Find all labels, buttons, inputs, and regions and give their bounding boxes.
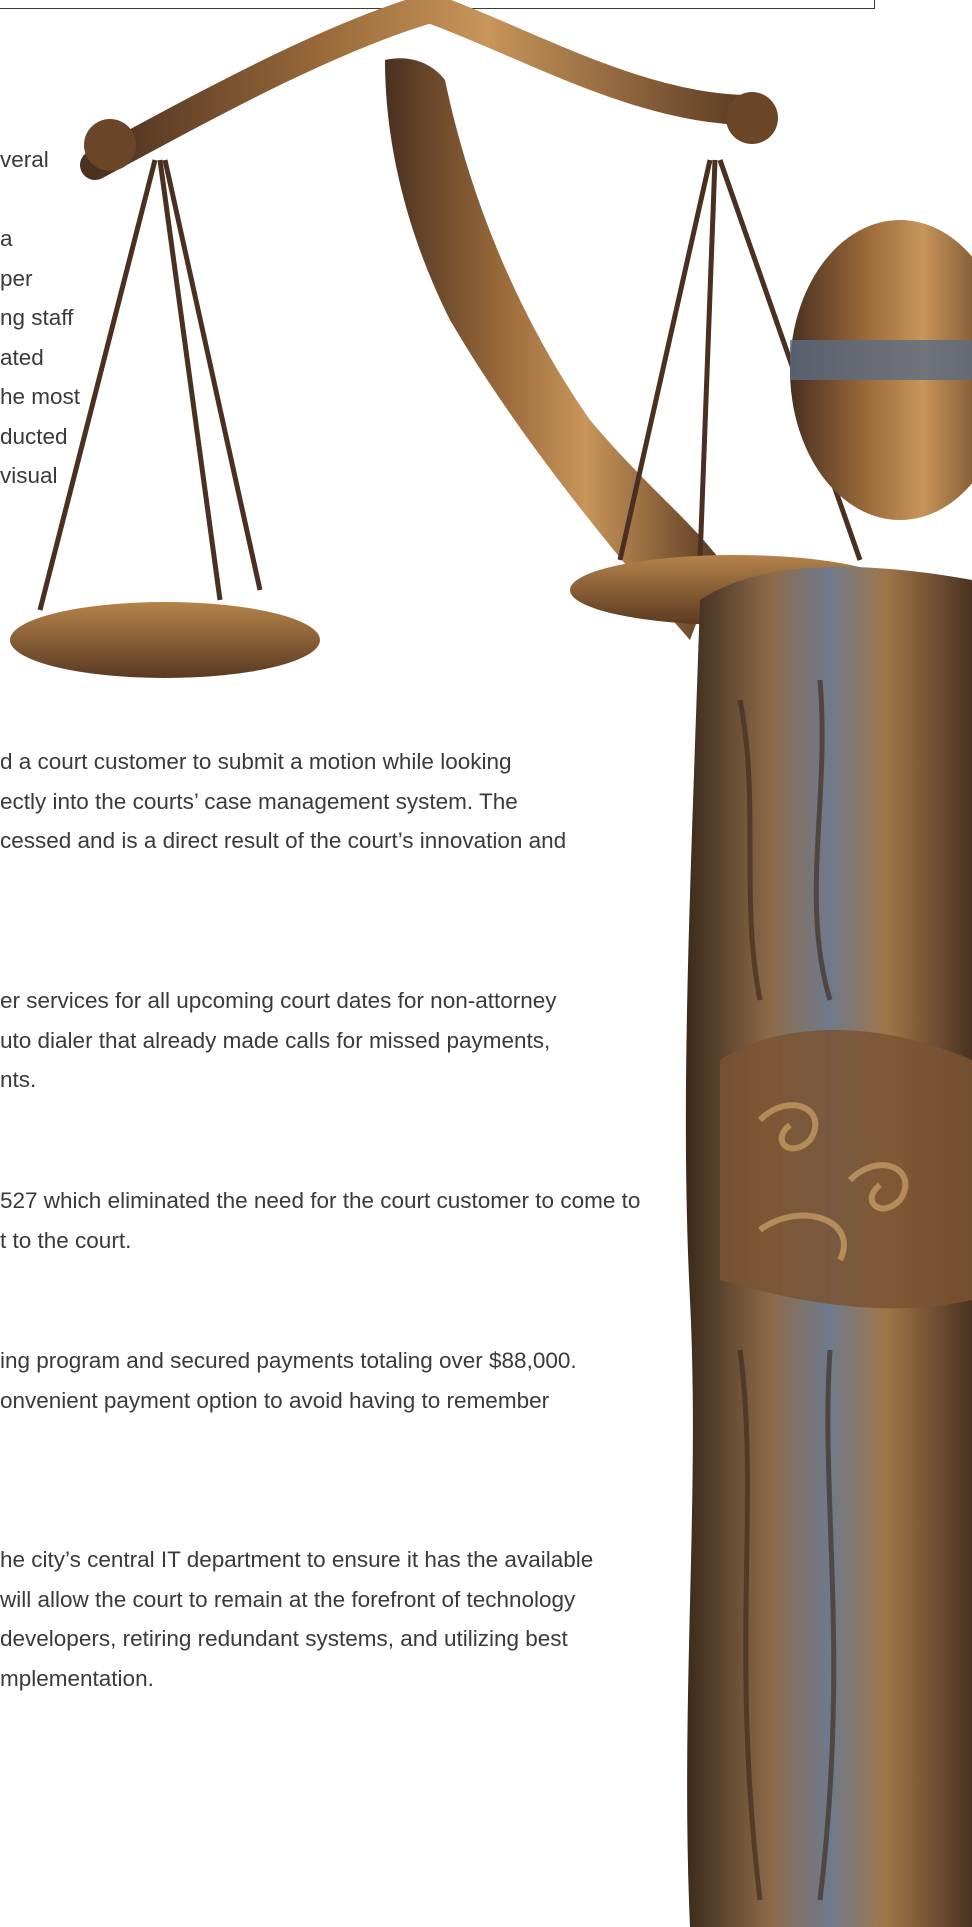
blindfold xyxy=(790,340,972,380)
text-line: 527 which eliminated the need for the co… xyxy=(0,1188,641,1213)
paragraph-6: he city’s central IT department to ensur… xyxy=(0,1540,593,1698)
text-line: he city’s central IT department to ensur… xyxy=(0,1547,594,1572)
text-line: t to the court. xyxy=(0,1227,132,1253)
right-scale-pan xyxy=(617,159,863,561)
text-line: er services for all upcoming court dates… xyxy=(0,988,557,1013)
paragraph-3: er services for all upcoming court dates… xyxy=(0,981,557,1100)
text-line: d a court customer to submit a motion wh… xyxy=(0,749,512,774)
text-line: nts. xyxy=(0,1067,37,1092)
text-line: uto dialer that already made calls for m… xyxy=(0,1027,551,1053)
raised-arm xyxy=(385,58,720,641)
scale-beam xyxy=(80,0,778,180)
robe-folds xyxy=(737,679,837,1901)
text-line: developers, retiring redundant systems, … xyxy=(0,1626,568,1651)
belt-scrollwork xyxy=(757,1102,909,1262)
text-line: veral xyxy=(0,147,49,172)
statue-body xyxy=(685,566,972,1927)
text-line: ated xyxy=(0,344,44,370)
paragraph-1: veral a per ng staff ated he most ducted… xyxy=(0,140,80,496)
paragraph-2: d a court customer to submit a motion wh… xyxy=(0,742,566,861)
header-box-border xyxy=(0,0,875,9)
ornate-belt xyxy=(720,1030,972,1309)
text-line: will allow the court to remain at the fo… xyxy=(0,1586,576,1612)
right-pan xyxy=(570,555,900,625)
text-line: per xyxy=(0,265,33,291)
text-line: he most xyxy=(0,384,81,409)
text-line: mplementation. xyxy=(0,1665,154,1691)
text-line: ectly into the courts’ case management s… xyxy=(0,788,518,814)
text-line: cessed and is a direct result of the cou… xyxy=(0,828,567,853)
text-line xyxy=(0,180,80,220)
text-line: a xyxy=(0,226,13,251)
paragraph-5: ing program and secured payments totalin… xyxy=(0,1341,577,1420)
text-line: visual xyxy=(0,463,58,488)
paragraph-4: 527 which eliminated the need for the co… xyxy=(0,1181,640,1260)
text-line: ng staff xyxy=(0,305,74,330)
text-line: ing program and secured payments totalin… xyxy=(0,1348,577,1373)
text-line: onvenient payment option to avoid having… xyxy=(0,1387,550,1413)
left-pan xyxy=(10,602,320,678)
text-line: ducted xyxy=(0,423,68,449)
statue-head xyxy=(790,220,972,520)
